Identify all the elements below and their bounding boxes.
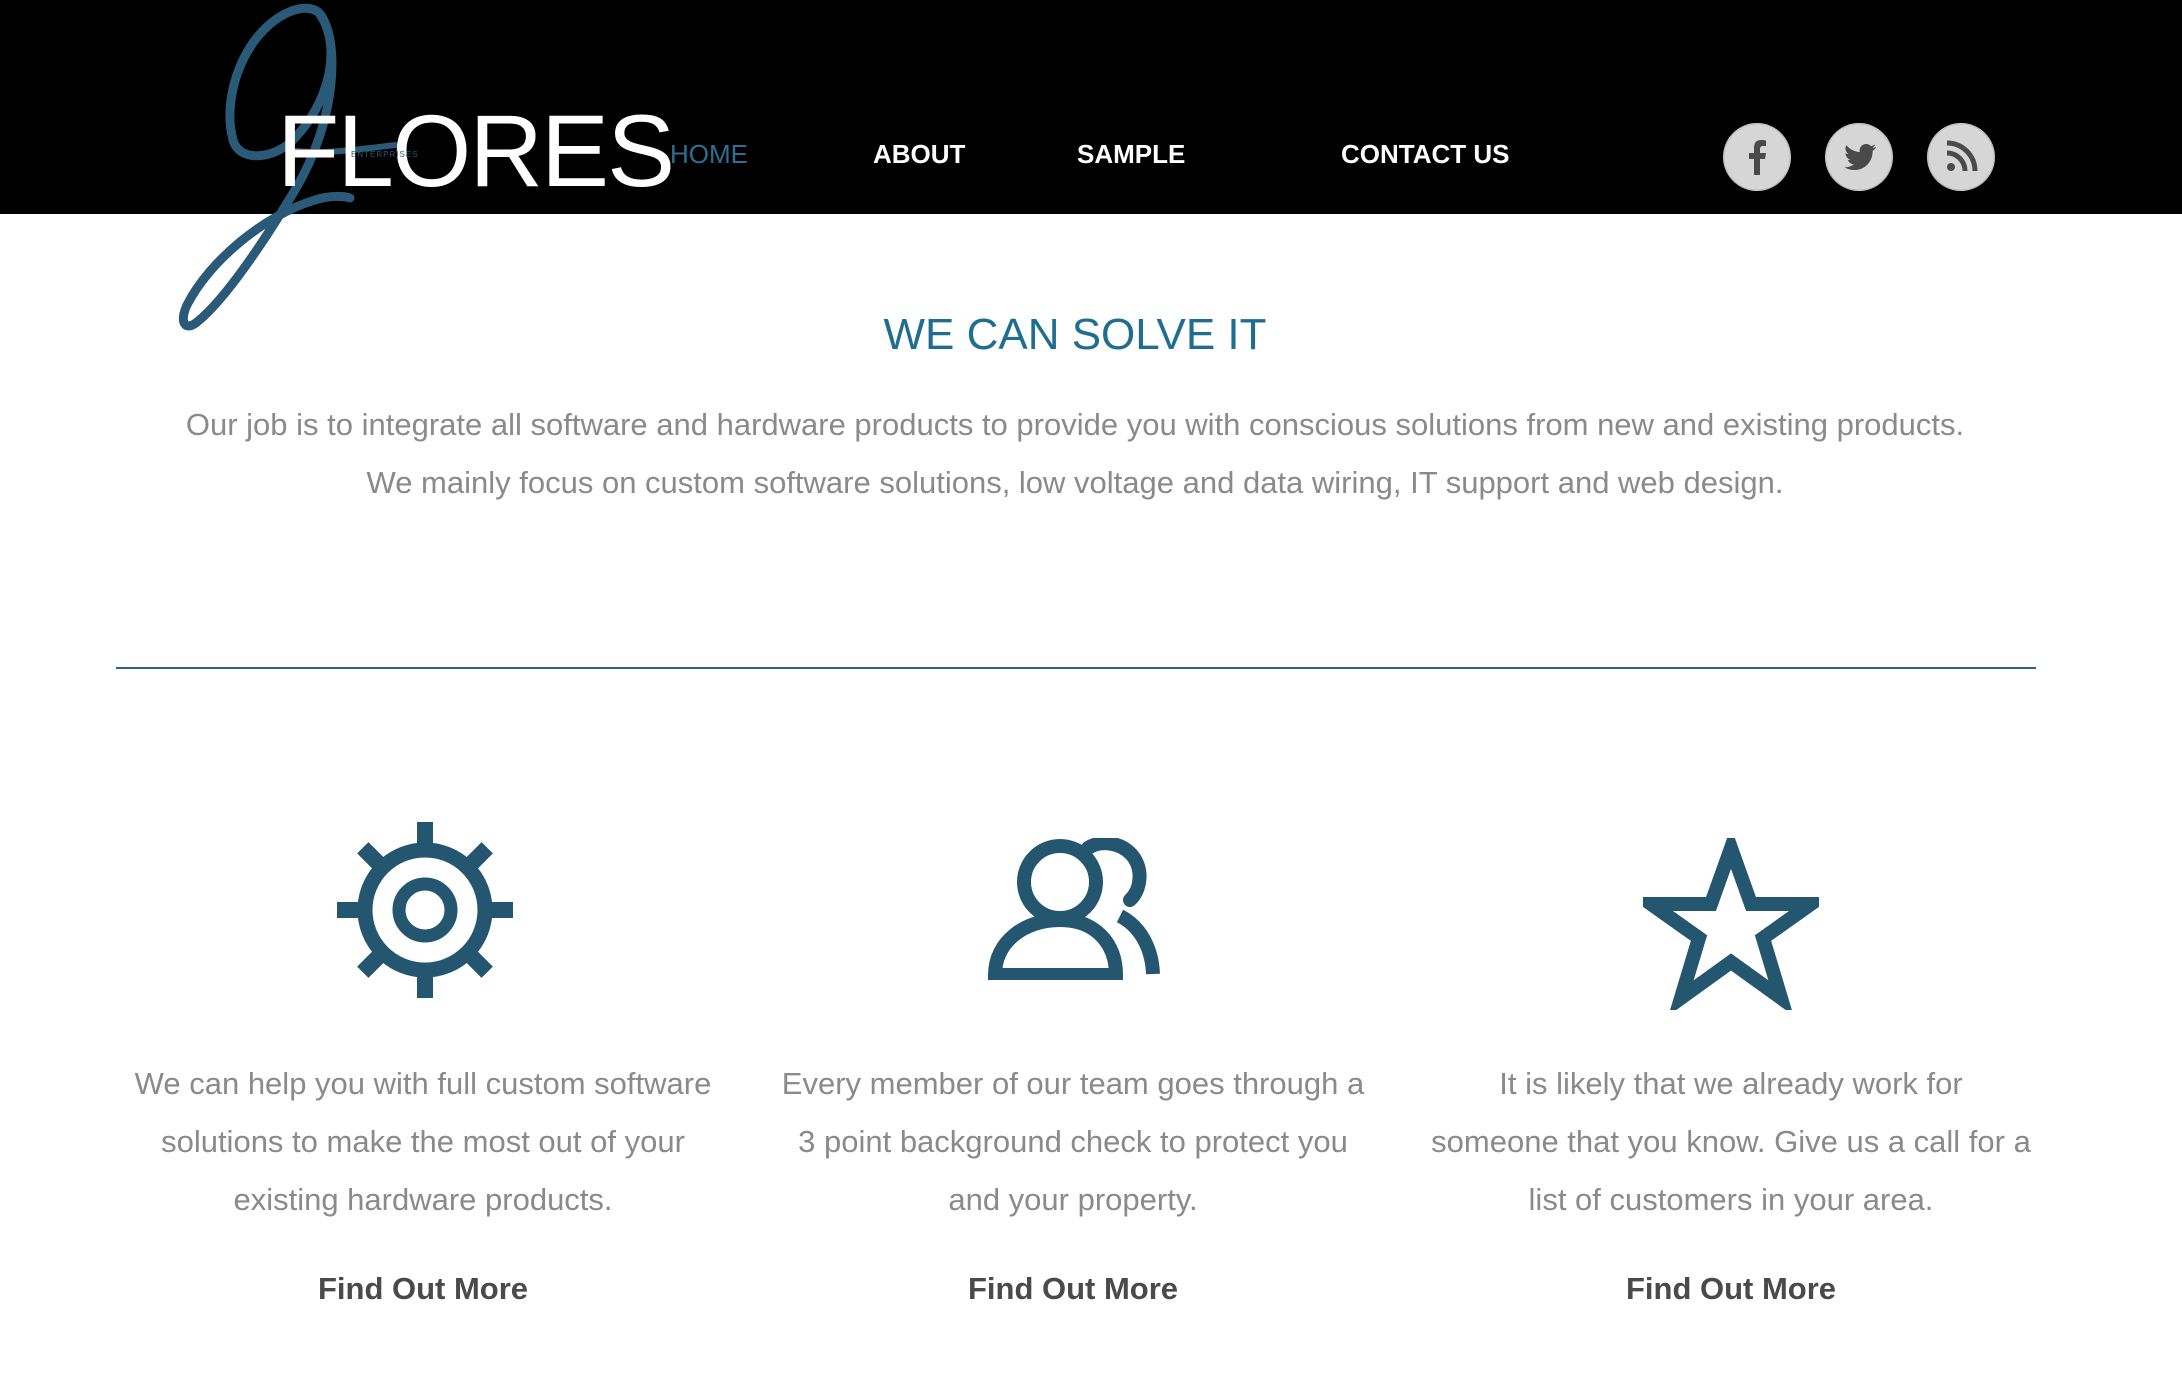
nav-home[interactable]: HOME xyxy=(670,139,748,170)
nav-contact-us[interactable]: CONTACT US xyxy=(1341,139,1510,170)
logo-subtext: ENTERPRISES xyxy=(351,150,419,159)
feature-1-line-3: existing hardware products. xyxy=(233,1182,613,1217)
gear-icon xyxy=(337,822,513,1003)
logo[interactable]: FLORES ENTERPRISES xyxy=(115,0,675,335)
page: HOME ABOUT SAMPLE CONTACT US FLORES ENTE… xyxy=(0,0,2182,1393)
feature-3-text: It is likely that we already work for so… xyxy=(1421,1055,2041,1229)
logo-wordmark: FLORES xyxy=(277,94,675,208)
feature-3-line-1: It is likely that we already work for xyxy=(1499,1066,1963,1101)
feature-2-text: Every member of our team goes through a … xyxy=(763,1055,1383,1229)
rss-icon[interactable] xyxy=(1927,123,1995,191)
feature-2-line-1: Every member of our team goes through a xyxy=(781,1066,1365,1101)
nav-about[interactable]: ABOUT xyxy=(873,139,965,170)
feature-2-find-out-more-link[interactable]: Find Out More xyxy=(763,1271,1383,1307)
star-icon xyxy=(1629,827,1833,1016)
feature-3-find-out-more-link[interactable]: Find Out More xyxy=(1421,1271,2041,1307)
hero-text-line-1: Our job is to integrate all software and… xyxy=(185,407,1965,442)
hero-text-line-2: We mainly focus on custom software solut… xyxy=(366,465,1784,500)
section-divider xyxy=(116,667,2036,669)
feature-2-line-3: and your property. xyxy=(948,1182,1198,1217)
users-icon xyxy=(987,836,1160,985)
facebook-icon[interactable] xyxy=(1723,123,1791,191)
feature-1-text: We can help you with full custom softwar… xyxy=(113,1055,733,1229)
nav-sample[interactable]: SAMPLE xyxy=(1077,139,1185,170)
feature-3-line-2: someone that you know. Give us a call fo… xyxy=(1431,1124,2031,1159)
feature-1-line-2: solutions to make the most out of your xyxy=(161,1124,685,1159)
feature-3-line-3: list of customers in your area. xyxy=(1528,1182,1934,1217)
twitter-icon[interactable] xyxy=(1825,123,1893,191)
feature-2-line-2: 3 point background check to protect you xyxy=(798,1124,1348,1159)
feature-1-find-out-more-link[interactable]: Find Out More xyxy=(113,1271,733,1307)
feature-1-line-1: We can help you with full custom softwar… xyxy=(134,1066,712,1101)
